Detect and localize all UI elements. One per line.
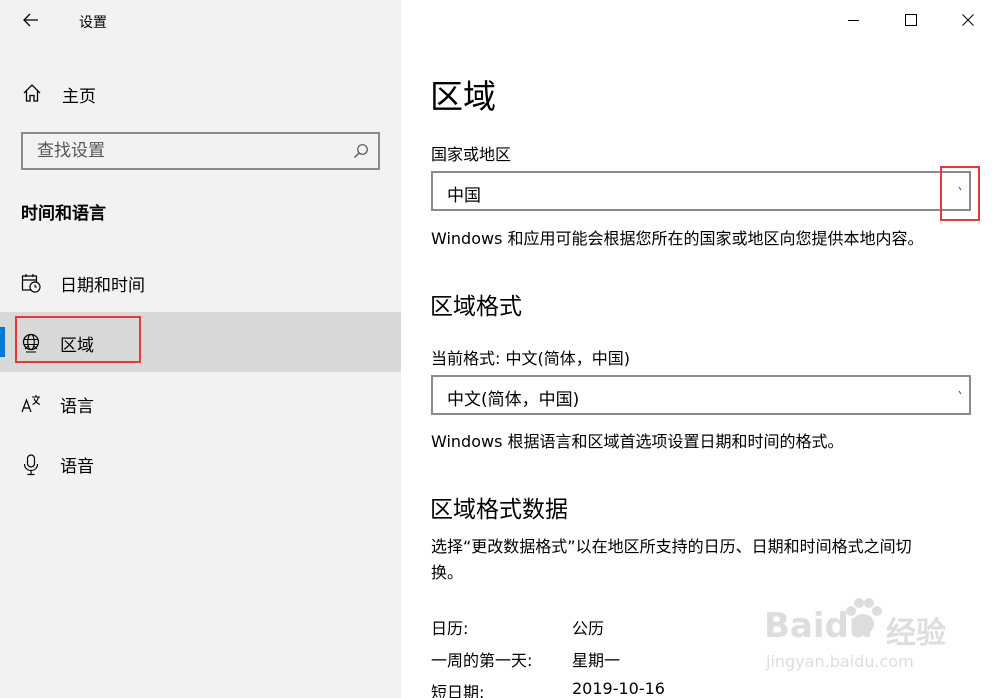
short-date-key: 短日期: [431, 683, 485, 698]
short-date-value: 2019-10-16 [572, 679, 665, 698]
sidebar-section-heading: 时间和语言 [21, 204, 106, 224]
search-box[interactable] [21, 132, 380, 170]
watermark-brand: Baidu [764, 606, 874, 646]
search-input[interactable] [37, 141, 337, 161]
format-dropdown-value: 中文(简体，中国) [447, 390, 580, 410]
sidebar-item-label: 主页 [62, 87, 96, 107]
sidebar-item-region[interactable]: 区域 [0, 312, 401, 372]
country-description: Windows 和应用可能会根据您所在的国家或地区向您提供本地内容。 [431, 229, 924, 248]
format-data-description-line2: 换。 [431, 563, 464, 582]
sidebar: 设置 主页 时间和语言 日期和时间 区域 [0, 0, 401, 698]
paw-icon [846, 598, 882, 634]
globe-icon [22, 333, 40, 353]
country-dropdown-value: 中国 [447, 186, 481, 206]
baidu-watermark: Baidu 经验 jingyan.baidu.com [760, 592, 960, 692]
maximize-button[interactable] [883, 0, 940, 40]
language-icon [21, 395, 41, 413]
first-day-value: 星期一 [572, 651, 621, 670]
sidebar-item-label: 日期和时间 [60, 276, 145, 296]
page-title: 区域 [430, 77, 496, 116]
sidebar-item-speech[interactable]: 语音 [0, 433, 401, 493]
country-label: 国家或地区 [431, 145, 512, 164]
format-heading: 区域格式 [430, 294, 522, 320]
format-label: 当前格式: 中文(简体，中国) [431, 349, 630, 368]
watermark-brand-cn: 经验 [886, 616, 946, 651]
format-data-heading: 区域格式数据 [430, 497, 568, 523]
chevron-down-icon [958, 186, 962, 191]
minimize-icon [848, 20, 859, 21]
maximize-icon [905, 14, 917, 26]
calendar-key: 日历: [431, 619, 469, 638]
format-data-description-line1: 选择“更改数据格式”以在地区所支持的日历、日期和时间格式之间切 [431, 537, 912, 556]
sidebar-item-label: 语言 [60, 397, 94, 417]
window-title: 设置 [79, 15, 107, 31]
format-description: Windows 根据语言和区域首选项设置日期和时间的格式。 [431, 432, 844, 451]
close-icon [962, 14, 974, 26]
first-day-key: 一周的第一天: [431, 651, 533, 670]
calendar-value: 公历 [572, 619, 605, 638]
home-icon [23, 84, 41, 102]
sidebar-item-label: 区域 [60, 336, 94, 356]
watermark-url: jingyan.baidu.com [766, 652, 914, 671]
back-arrow-icon [23, 13, 38, 27]
sidebar-item-home[interactable]: 主页 [0, 72, 401, 114]
sidebar-item-language[interactable]: 语言 [0, 373, 401, 433]
format-dropdown[interactable]: 中文(简体，中国) [431, 375, 971, 415]
sidebar-item-date-time[interactable]: 日期和时间 [0, 252, 401, 312]
country-dropdown[interactable]: 中国 [431, 171, 971, 211]
close-button[interactable] [940, 0, 997, 40]
calendar-clock-icon [21, 274, 41, 293]
selection-indicator [0, 327, 5, 357]
chevron-down-icon [958, 390, 962, 395]
search-icon[interactable] [353, 143, 369, 159]
back-button[interactable] [14, 8, 48, 34]
sidebar-item-label: 语音 [60, 457, 94, 477]
minimize-button[interactable] [826, 0, 883, 40]
microphone-icon [23, 454, 39, 476]
